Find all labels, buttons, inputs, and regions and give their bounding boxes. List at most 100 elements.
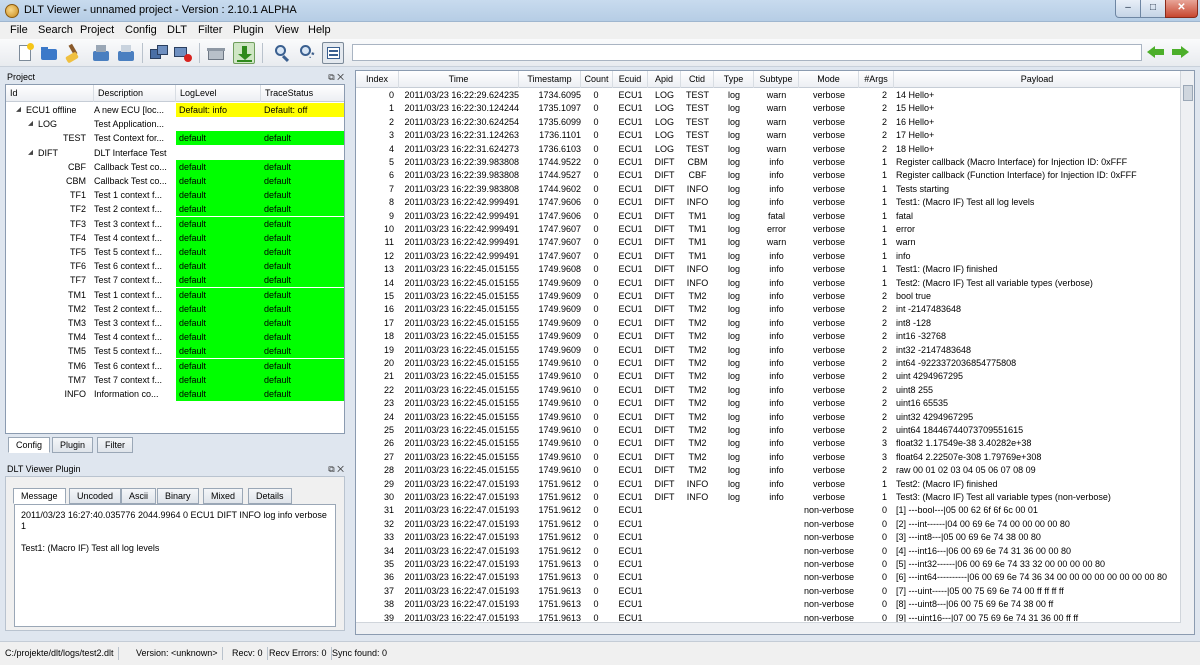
tree-tracestatus[interactable]: default	[261, 159, 344, 174]
col-type[interactable]: Type	[714, 71, 754, 88]
filter-view-icon[interactable]	[322, 42, 344, 64]
table-row[interactable]: 33 2011/03/23 16:22:47.015193 1751.9612 0 EC…	[356, 531, 1181, 544]
new-file-icon[interactable]	[14, 42, 36, 64]
tree-loglevel[interactable]: default	[176, 316, 261, 330]
header-id[interactable]: Id	[6, 85, 94, 102]
tree-tracestatus[interactable]: default	[261, 316, 344, 330]
menu-config[interactable]: Config	[125, 24, 157, 36]
message-view[interactable]: 2011/03/23 16:27:40.035776 2044.9964 0 E…	[14, 504, 336, 627]
tree-loglevel[interactable]: default	[176, 259, 261, 274]
tree-tracestatus[interactable]: default	[261, 301, 344, 316]
tree-loglevel[interactable]: default	[176, 188, 261, 203]
maximize-button[interactable]: □	[1140, 0, 1166, 18]
trash-icon[interactable]	[205, 42, 227, 64]
table-row[interactable]: 18 2011/03/23 16:22:45.015155 1749.9609 0 EC…	[356, 330, 1181, 343]
tree-row[interactable]: ◢ LOG Test Application...	[6, 117, 344, 131]
table-row[interactable]: 3 2011/03/23 16:22:31.124263 1736.1101 0 ECU…	[356, 129, 1181, 142]
tree-tracestatus[interactable]: default	[261, 330, 344, 345]
tree-tracestatus[interactable]: Default: off	[261, 103, 344, 117]
tree-row[interactable]: INFO Information co... default default	[6, 387, 344, 401]
tree-loglevel[interactable]: default	[176, 216, 261, 231]
table-row[interactable]: 17 2011/03/23 16:22:45.015155 1749.9609 0 EC…	[356, 317, 1181, 330]
table-row[interactable]: 10 2011/03/23 16:22:42.999491 1747.9607 0 EC…	[356, 223, 1181, 236]
table-row[interactable]: 6 2011/03/23 16:22:39.983808 1744.9527 0 ECU…	[356, 169, 1181, 182]
tree-tracestatus[interactable]: default	[261, 372, 344, 387]
search-icon[interactable]	[272, 42, 294, 64]
tree-tracestatus[interactable]: default	[261, 245, 344, 259]
table-row[interactable]: 19 2011/03/23 16:22:45.015155 1749.9609 0 EC…	[356, 344, 1181, 357]
tab-uncoded[interactable]: Uncoded	[69, 488, 122, 504]
table-row[interactable]: 27 2011/03/23 16:22:45.015155 1749.9610 0 EC…	[356, 451, 1181, 464]
tree-tracestatus[interactable]: default	[261, 188, 344, 203]
col-subtype[interactable]: Subtype	[754, 71, 799, 88]
expand-toggle-icon[interactable]: ◢	[28, 146, 33, 160]
table-row[interactable]: 21 2011/03/23 16:22:45.015155 1749.9610 0 EC…	[356, 370, 1181, 383]
clear-icon[interactable]	[62, 42, 84, 64]
disconnect-ecu-icon[interactable]	[172, 42, 194, 64]
tree-row[interactable]: TEST Test Context for... default default	[6, 131, 344, 146]
tree-loglevel[interactable]: default	[176, 273, 261, 288]
open-folder-icon[interactable]	[38, 42, 60, 64]
tree-tracestatus[interactable]: default	[261, 387, 344, 401]
tree-loglevel[interactable]: default	[176, 131, 261, 146]
tree-tracestatus[interactable]: default	[261, 358, 344, 373]
tree-loglevel[interactable]: default	[176, 174, 261, 188]
tree-row[interactable]: TM1 Test 1 context f... default default	[6, 287, 344, 302]
connect-ecu-icon[interactable]	[148, 42, 170, 64]
menu-filter[interactable]: Filter	[198, 24, 222, 36]
table-row[interactable]: 26 2011/03/23 16:22:45.015155 1749.9610 0 EC…	[356, 437, 1181, 450]
tree-loglevel[interactable]: Default: info	[176, 103, 261, 117]
tree-row[interactable]: TM3 Test 3 context f... default default	[6, 316, 344, 330]
table-row[interactable]: 23 2011/03/23 16:22:45.015155 1749.9610 0 EC…	[356, 397, 1181, 410]
header-loglevel[interactable]: LogLevel	[176, 85, 261, 102]
table-row[interactable]: 22 2011/03/23 16:22:45.015155 1749.9610 0 EC…	[356, 384, 1181, 397]
table-row[interactable]: 12 2011/03/23 16:22:42.999491 1747.9607 0 EC…	[356, 250, 1181, 263]
col-index[interactable]: Index	[356, 71, 399, 88]
col-count[interactable]: Count	[581, 71, 613, 88]
tab-ascii[interactable]: Ascii	[121, 488, 157, 504]
tree-row[interactable]: TM4 Test 4 context f... default default	[6, 330, 344, 345]
table-row[interactable]: 30 2011/03/23 16:22:47.015193 1751.9612 0 EC…	[356, 491, 1181, 504]
table-row[interactable]: 32 2011/03/23 16:22:47.015193 1751.9612 0 EC…	[356, 518, 1181, 531]
header-tracestatus[interactable]: TraceStatus	[261, 85, 344, 102]
table-row[interactable]: 11 2011/03/23 16:22:42.999491 1747.9607 0 EC…	[356, 236, 1181, 249]
table-row[interactable]: 20 2011/03/23 16:22:45.015155 1749.9610 0 EC…	[356, 357, 1181, 370]
tab-filter[interactable]: Filter	[97, 437, 133, 453]
tree-row[interactable]: TF4 Test 4 context f... default default	[6, 230, 344, 245]
tree-loglevel[interactable]: default	[176, 202, 261, 217]
dock-buttons[interactable]: ⧉ ✕	[328, 462, 344, 476]
tree-tracestatus[interactable]: default	[261, 230, 344, 245]
table-row[interactable]: 16 2011/03/23 16:22:45.015155 1749.9609 0 EC…	[356, 303, 1181, 316]
tree-tracestatus[interactable]: default	[261, 216, 344, 231]
tree-row[interactable]: ◢ ECU1 offline A new ECU [loc... Default: i…	[6, 103, 344, 117]
expand-toggle-icon[interactable]: ◢	[28, 117, 33, 131]
table-row[interactable]: 9 2011/03/23 16:22:42.999491 1747.9606 0 ECU…	[356, 210, 1181, 223]
table-row[interactable]: 2 2011/03/23 16:22:30.624254 1735.6099 0 ECU…	[356, 116, 1181, 129]
tree-loglevel[interactable]: default	[176, 230, 261, 245]
tab-plugin[interactable]: Plugin	[52, 437, 94, 453]
tree-row[interactable]: TM6 Test 6 context f... default default	[6, 358, 344, 373]
tree-tracestatus[interactable]: default	[261, 344, 344, 359]
tree-row[interactable]: TF6 Test 6 context f... default default	[6, 259, 344, 274]
tree-loglevel[interactable]: default	[176, 330, 261, 345]
tab-binary[interactable]: Binary	[157, 488, 199, 504]
menu-plugin[interactable]: Plugin	[233, 24, 264, 36]
col-payload[interactable]: Payload	[894, 71, 1181, 88]
tree-row[interactable]: TM7 Test 7 context f... default default	[6, 372, 344, 387]
tree-row[interactable]: ◢ DIFT DLT Interface Test	[6, 146, 344, 160]
table-row[interactable]: 35 2011/03/23 16:22:47.015193 1751.9613 0 EC…	[356, 558, 1181, 571]
table-row[interactable]: 24 2011/03/23 16:22:45.015155 1749.9610 0 EC…	[356, 411, 1181, 424]
tree-loglevel[interactable]: default	[176, 159, 261, 174]
menu-view[interactable]: View	[275, 24, 299, 36]
tab-mixed[interactable]: Mixed	[203, 488, 244, 504]
table-row[interactable]: 0 2011/03/23 16:22:29.624235 1734.6095 0 ECU…	[356, 89, 1181, 102]
tree-loglevel[interactable]: default	[176, 301, 261, 316]
col-mode[interactable]: Mode	[799, 71, 859, 88]
tree-tracestatus[interactable]: default	[261, 273, 344, 288]
tree-row[interactable]: CBF Callback Test co... default default	[6, 159, 344, 174]
table-row[interactable]: 25 2011/03/23 16:22:45.015155 1749.9610 0 EC…	[356, 424, 1181, 437]
tree-tracestatus[interactable]: default	[261, 202, 344, 217]
tree-row[interactable]: CBM Callback Test co... default default	[6, 174, 344, 188]
tree-loglevel[interactable]: default	[176, 372, 261, 387]
col-args[interactable]: #Args	[859, 71, 894, 88]
